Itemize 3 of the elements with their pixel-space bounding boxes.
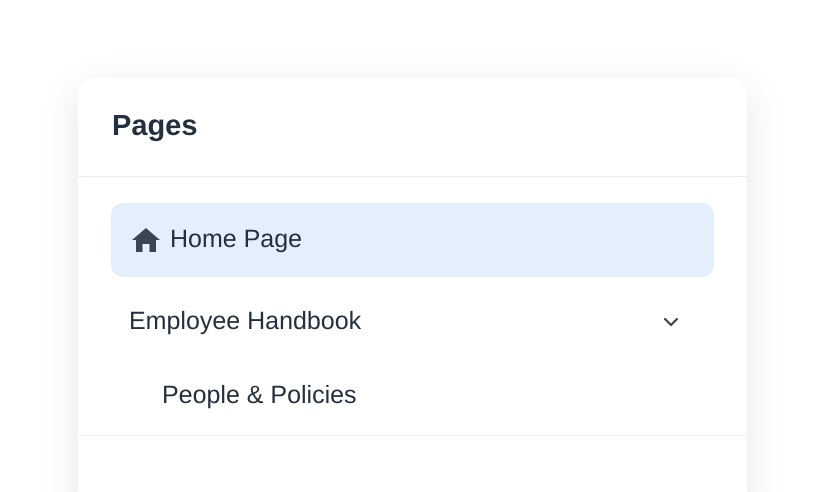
panel-title: Pages xyxy=(112,109,198,144)
home-icon xyxy=(131,227,161,253)
page-item[interactable]: Home Page xyxy=(111,203,714,277)
